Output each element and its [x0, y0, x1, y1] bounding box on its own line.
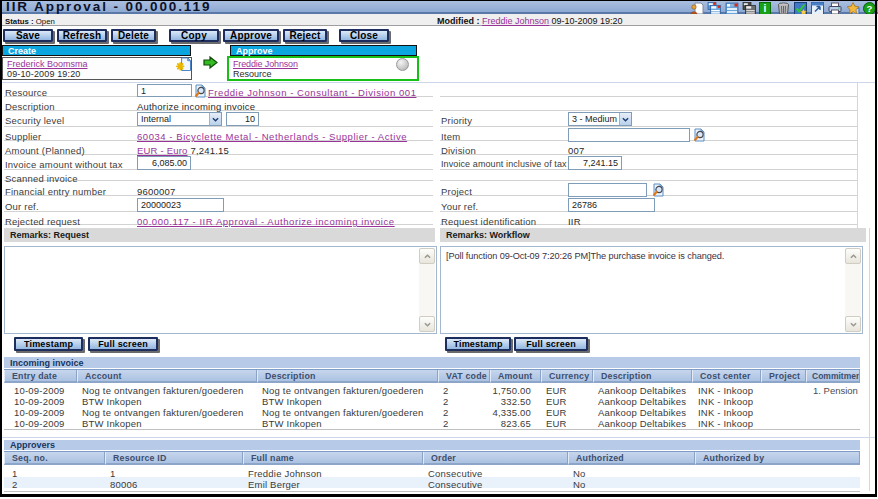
svg-text:i: i [764, 3, 767, 14]
svg-text:?: ? [867, 3, 873, 14]
